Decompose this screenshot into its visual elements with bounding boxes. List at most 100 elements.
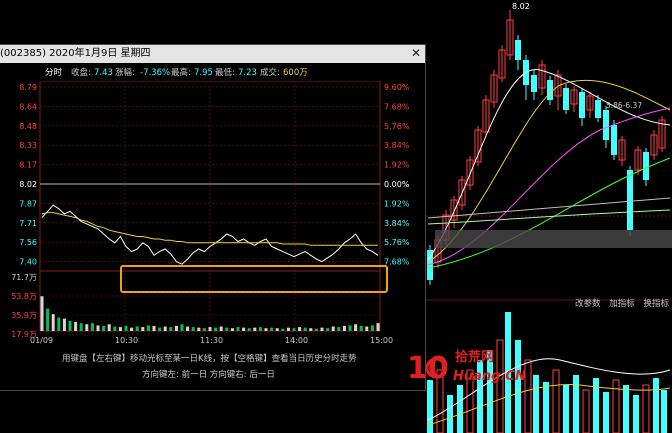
time-tick-label: 15:00 xyxy=(370,336,393,344)
volume-bar xyxy=(158,327,162,331)
change-value: -7.36% xyxy=(140,68,171,78)
volume-bar xyxy=(62,318,66,331)
kline-volume-bar xyxy=(633,395,639,433)
kline-volume-bar xyxy=(582,389,590,433)
percent-tick-label: 1.92% xyxy=(384,161,410,170)
percent-tick-label: 3.84% xyxy=(384,219,410,228)
close-label: 收盘: xyxy=(71,68,91,78)
volume-bar xyxy=(152,325,156,331)
kline-highlight-band xyxy=(435,230,672,248)
quote-info-bar: 分时 收盘: 7.43 涨幅: -7.36% 最高: 7.95 最低: 7.23… xyxy=(0,66,425,80)
chart-grid xyxy=(40,81,380,335)
popup-title: (002385) 2020年1月9日 星期四 xyxy=(0,48,151,59)
kline-candle xyxy=(563,88,569,110)
close-button[interactable]: ✕ xyxy=(409,45,423,63)
percent-tick-label: 5.76% xyxy=(384,238,410,247)
volume-bar xyxy=(298,327,302,331)
volume-bar xyxy=(320,327,324,331)
volume-label: 成交: xyxy=(260,68,280,78)
help-line-2: 方向键左: 前一日 方向键右: 后一日 xyxy=(142,370,275,380)
kline-candle xyxy=(579,92,585,118)
high-value: 7.95 xyxy=(194,68,213,78)
volume-bar xyxy=(242,327,246,331)
volume-axis: 71.7万53.8万35.9万17.9万 xyxy=(11,273,37,339)
kline-ma-label: 5.86-6.37 xyxy=(606,101,642,110)
volume-bar xyxy=(146,325,150,331)
high-label: 最高: xyxy=(171,68,191,78)
price-tick-label: 8.64 xyxy=(19,102,37,111)
volume-bar xyxy=(124,325,128,331)
volume-bar xyxy=(90,323,94,331)
volume-bar xyxy=(331,326,335,331)
price-tick-label: 8.02 xyxy=(19,180,37,189)
volume-bar xyxy=(202,328,206,331)
volume-bar xyxy=(186,326,190,331)
volume-bar xyxy=(169,327,173,331)
volume-bar xyxy=(230,328,234,331)
tab-intraday[interactable]: 分时 xyxy=(45,66,62,80)
kline-volume-bar xyxy=(661,390,667,433)
kline-candle xyxy=(547,80,553,100)
volume-bar xyxy=(348,325,352,331)
kline-peak-label: 8.02 xyxy=(512,2,530,11)
volume-bar xyxy=(141,327,145,331)
price-tick-label: 8.79 xyxy=(19,83,37,92)
kline-candle xyxy=(595,100,601,118)
switch-indicator-button[interactable]: 换指标 xyxy=(643,299,669,309)
percent-tick-label: 5.76% xyxy=(384,122,410,131)
intraday-chart[interactable]: 8.79 8.64 8.48 8.33 8.17 8.02 7.87 7.71 7.56 7.40… xyxy=(0,81,425,344)
volume-bar xyxy=(247,328,251,331)
volume-bar xyxy=(337,327,341,331)
volume-bar xyxy=(292,328,296,331)
volume-bar xyxy=(135,326,139,331)
volume-bar xyxy=(342,325,346,331)
volume-bar xyxy=(236,327,240,331)
price-tick-label: 8.48 xyxy=(19,122,37,131)
volume-bar xyxy=(303,327,307,331)
price-tick-label: 8.17 xyxy=(19,161,37,170)
modify-params-button[interactable]: 改参数 xyxy=(575,299,601,309)
volume-tick-label: 71.7万 xyxy=(11,273,37,282)
kline-candle xyxy=(531,75,537,92)
percent-tick-label: 3.84% xyxy=(384,141,410,150)
low-label: 最低: xyxy=(215,68,235,78)
price-tick-label: 7.87 xyxy=(19,199,37,208)
kline-volume-bar xyxy=(573,375,579,433)
kline-ma-line xyxy=(427,157,671,269)
popup-title-bar[interactable]: (002385) 2020年1月9日 星期四 ✕ xyxy=(0,45,425,63)
kline-volume-bar xyxy=(612,379,620,433)
time-tick-label: 10:30 xyxy=(115,336,138,344)
kline-volume-bar xyxy=(623,385,629,433)
change-label: 涨幅: xyxy=(115,68,135,78)
volume-bar xyxy=(85,324,89,331)
kline-volume-bar xyxy=(653,378,659,433)
logo-en: Huang.CN xyxy=(453,369,526,384)
kline-ma-line xyxy=(427,209,671,225)
kline-ma-line xyxy=(427,197,671,219)
volume-bar xyxy=(286,327,290,331)
add-indicator-button[interactable]: 加指标 xyxy=(609,299,635,309)
volume-bar xyxy=(253,327,257,331)
kline-volume-bar xyxy=(603,392,609,433)
price-tick-label: 8.33 xyxy=(19,141,37,150)
volume-bar xyxy=(57,317,61,331)
kline-volume-bar xyxy=(533,375,539,433)
volume-bar xyxy=(214,327,218,331)
volume-tick-label: 53.8万 xyxy=(11,292,37,301)
help-line-1: 用键盘【左右键】移动光标至某一日K线，按【空格键】查看当日历史分时走势 xyxy=(62,354,357,364)
help-text: 用键盘【左右键】移动光标至某一日K线，按【空格键】查看当日历史分时走势 方向键左… xyxy=(0,351,425,391)
volume-bar xyxy=(264,328,268,331)
percent-tick-label: 0.00% xyxy=(384,180,410,189)
kline-candle xyxy=(643,152,649,180)
volume-bar xyxy=(219,326,223,331)
kline-candle xyxy=(603,110,609,140)
volume-bar xyxy=(174,325,178,331)
percent-tick-label: 7.68% xyxy=(384,258,410,267)
volume-bar xyxy=(281,328,285,331)
volume-bar xyxy=(258,327,262,331)
volume-tick-label: 35.9万 xyxy=(11,311,37,320)
volume-bar xyxy=(74,322,78,331)
price-tick-label: 7.56 xyxy=(19,238,37,247)
volume-bar xyxy=(208,327,212,331)
volume-bar xyxy=(118,327,122,331)
